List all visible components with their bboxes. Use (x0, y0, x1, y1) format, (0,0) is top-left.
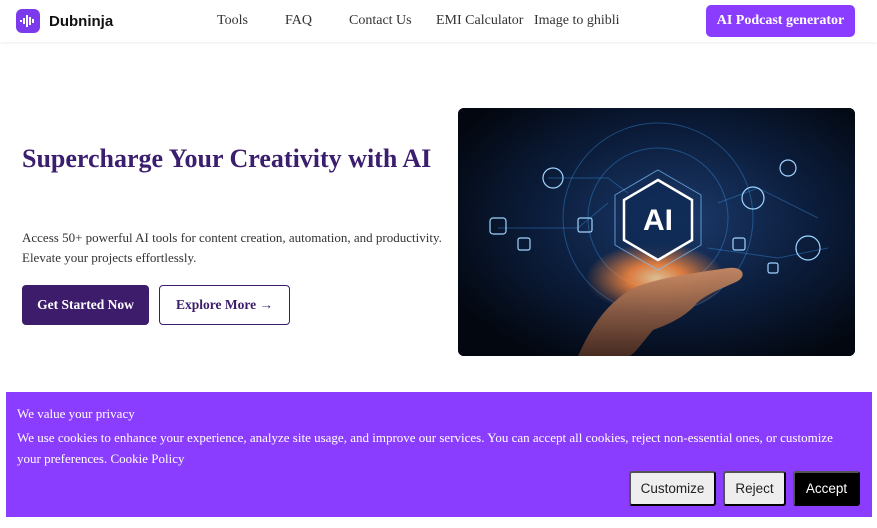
hero-title: Supercharge Your Creativity with AI (22, 144, 432, 173)
cookie-text: We use cookies to enhance your experienc… (17, 427, 857, 469)
customize-button[interactable]: Customize (629, 471, 716, 506)
cookie-title: We value your privacy (17, 406, 135, 421)
hero-ai-hand-image: AI (458, 108, 855, 356)
nav-tools[interactable]: Tools (217, 13, 248, 29)
cookie-banner: We value your privacy We use cookies to … (6, 392, 872, 517)
waveform-icon (16, 9, 40, 33)
nav-contact-us[interactable]: Contact Us (349, 13, 412, 29)
nav-image-to-ghibli[interactable]: Image to ghibli (534, 13, 620, 29)
site-header: Dubninja Tools FAQ Contact Us EMI Calcul… (0, 0, 877, 42)
brand-name: Dubninja (49, 12, 114, 30)
brand-logo[interactable]: Dubninja (16, 9, 113, 33)
ai-hexagon-label: AI (643, 204, 673, 237)
reject-button[interactable]: Reject (723, 471, 786, 506)
accept-button[interactable]: Accept (793, 471, 860, 506)
cookie-policy-link[interactable]: Cookie Policy (110, 451, 184, 466)
hero-description: Access 50+ powerful AI tools for content… (22, 230, 442, 265)
get-started-button[interactable]: Get Started Now (22, 285, 149, 325)
ai-podcast-generator-button[interactable]: AI Podcast generator (706, 5, 855, 37)
nav-emi-calculator[interactable]: EMI Calculator (436, 13, 523, 29)
explore-more-button[interactable]: Explore More → (159, 285, 290, 325)
nav-faq[interactable]: FAQ (285, 13, 312, 29)
